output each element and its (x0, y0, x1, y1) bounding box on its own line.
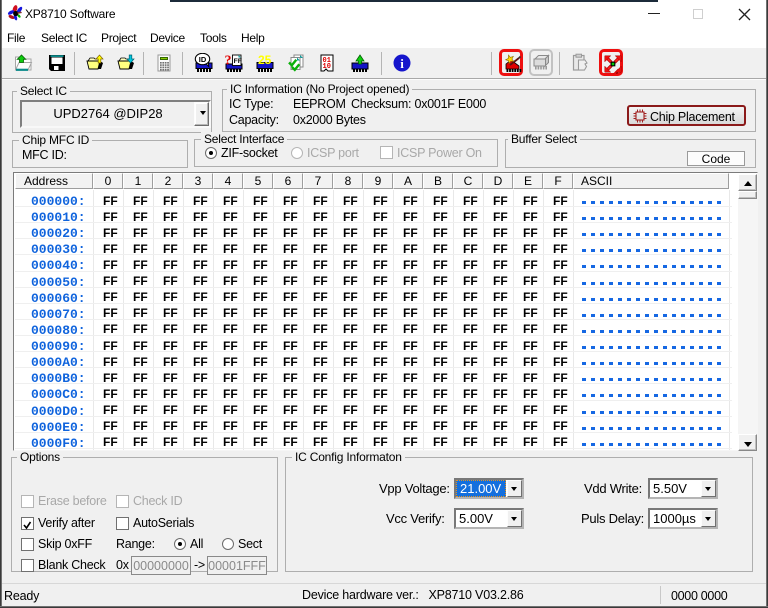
svg-text:FF: FF (234, 58, 242, 65)
svg-text:ID: ID (199, 55, 207, 64)
svg-text:10: 10 (323, 63, 331, 71)
svg-text:i: i (400, 56, 404, 71)
svg-text:25: 25 (258, 53, 272, 67)
svg-text:?: ? (225, 54, 232, 69)
